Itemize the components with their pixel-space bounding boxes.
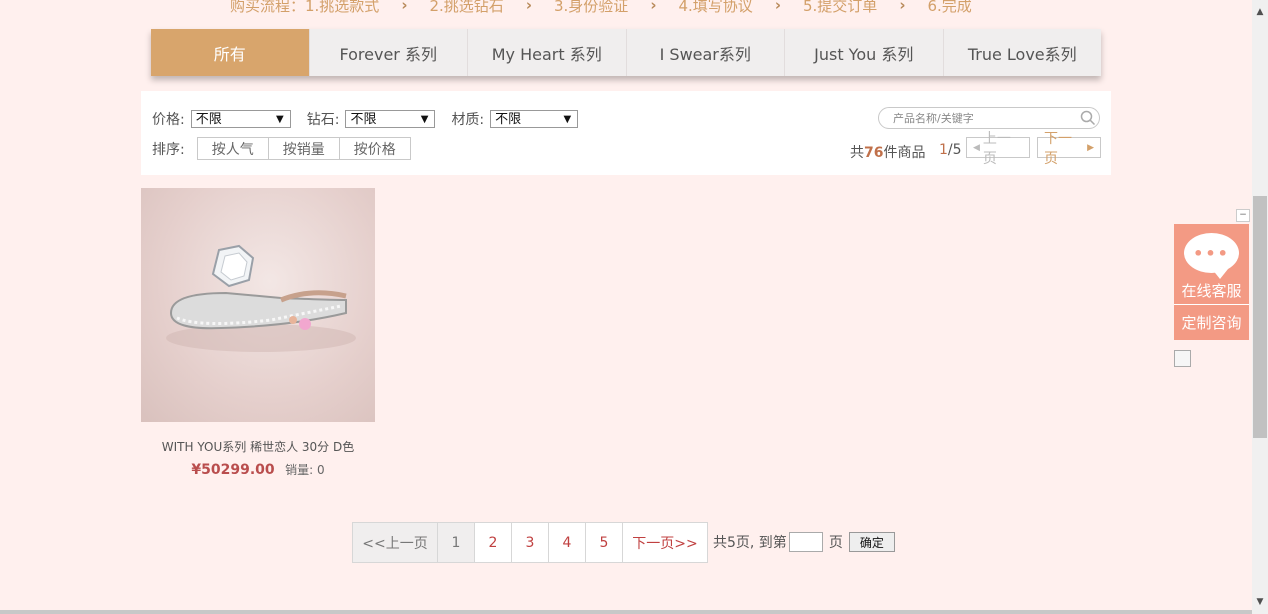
price-select-value: 不限 <box>195 112 222 127</box>
step-6: 6.完成 <box>927 0 972 15</box>
goto-page-input[interactable] <box>788 532 823 552</box>
material-select-value: 不限 <box>495 112 522 127</box>
page-indicator: 1/5 <box>939 142 962 158</box>
filter-row: 价格: 不限 ▼ 钻石: 不限 ▼ 材质: 不限 ▼ <box>152 109 594 129</box>
sort-popularity-button[interactable]: 按人气 <box>198 138 269 159</box>
pagination-total: 共5页, 到第 <box>713 535 787 551</box>
tab-just-you[interactable]: Just You 系列 <box>785 29 944 76</box>
step-1: 购买流程：1.挑选款式 <box>230 0 380 15</box>
tab-my-heart[interactable]: My Heart 系列 <box>468 29 627 76</box>
sort-row: 排序: 按人气 按销量 按价格 <box>152 137 411 160</box>
diamond-select-value: 不限 <box>350 112 377 127</box>
series-tabs: 所有 Forever 系列 My Heart 系列 I Swear系列 Just… <box>151 29 1101 76</box>
chevron-right-icon: › <box>899 0 906 14</box>
pagination-unit: 页 <box>828 535 843 551</box>
page: 购买流程：1.挑选款式 › 2.挑选钻石 › 3.身份验证 › 4.填写协议 › 5.提… <box>0 0 1252 614</box>
dropdown-arrow-icon: ▼ <box>420 113 429 125</box>
chevron-right-icon: › <box>774 0 781 14</box>
material-select[interactable]: 不限 ▼ <box>490 110 579 128</box>
sort-buttons: 按人气 按销量 按价格 <box>196 137 411 160</box>
diamond-label: 钻石: <box>306 112 340 128</box>
search-placeholder: 产品名称/关键字 <box>893 112 974 125</box>
custom-consult-button[interactable]: 定制咨询 <box>1174 305 1249 340</box>
product-count: 共76件商品 <box>850 142 925 162</box>
chevron-right-icon: › <box>401 0 408 14</box>
pagination-page-5[interactable]: 5 <box>586 523 623 562</box>
price-label: 价格: <box>152 112 185 128</box>
tab-true-love[interactable]: True Love系列 <box>944 29 1102 76</box>
prev-page-label: 上一页 <box>982 130 1011 167</box>
pagination-page-1[interactable]: 1 <box>438 523 475 562</box>
bottom-divider <box>0 610 1252 614</box>
count-value: 76 <box>864 145 884 161</box>
scroll-up-icon[interactable]: ▲ <box>1252 4 1268 20</box>
online-service-label: 在线客服 <box>1181 282 1242 300</box>
chevron-right-icon: › <box>525 0 532 14</box>
step-4: 4.填写协议 <box>678 0 753 15</box>
material-label: 材质: <box>451 112 485 128</box>
tab-all[interactable]: 所有 <box>151 29 310 76</box>
sort-sales-button[interactable]: 按销量 <box>269 138 340 159</box>
dropdown-arrow-icon: ▼ <box>563 113 572 125</box>
step-3: 3.身份验证 <box>554 0 629 15</box>
chat-bubble-tail <box>1212 269 1228 279</box>
tab-forever[interactable]: Forever 系列 <box>310 29 468 76</box>
minimize-icon[interactable]: − <box>1236 209 1250 222</box>
product-sales: 销量: 0 <box>285 463 325 477</box>
sort-label: 排序: <box>152 141 185 158</box>
pagination-page-2[interactable]: 2 <box>475 523 512 562</box>
product-price: ¥50299.00 <box>191 462 275 478</box>
pagination-info: 共5页, 到第 页 确定 <box>713 532 895 552</box>
chat-dots-icon: ••• <box>1193 244 1230 263</box>
scroll-down-icon[interactable]: ▼ <box>1252 594 1268 610</box>
price-select[interactable]: 不限 ▼ <box>190 110 291 128</box>
product-card: WITH YOU系列 稀世恋人 30分 D色 ¥50299.00 销量: 0 <box>141 188 375 478</box>
dropdown-arrow-icon: ▼ <box>276 113 284 125</box>
broken-image-icon <box>1174 350 1191 367</box>
product-name[interactable]: WITH YOU系列 稀世恋人 30分 D色 <box>141 438 375 455</box>
scrollbar-thumb[interactable] <box>1253 196 1267 438</box>
service-float: ••• 在线客服 定制咨询 <box>1174 224 1249 340</box>
confirm-button[interactable]: 确定 <box>848 532 895 552</box>
purchase-steps: 购买流程：1.挑选款式 › 2.挑选钻石 › 3.身份验证 › 4.填写协议 › 5.提… <box>230 0 1070 16</box>
search-icon[interactable] <box>1077 110 1099 126</box>
step-5: 5.提交订单 <box>803 0 878 15</box>
vertical-scrollbar[interactable]: ▲ ▼ <box>1252 0 1268 614</box>
next-page-button[interactable]: 下一页 ▶ <box>1037 131 1101 167</box>
product-price-row: ¥50299.00 销量: 0 <box>141 461 375 478</box>
step-2: 2.挑选钻石 <box>429 0 504 15</box>
filter-panel: 价格: 不限 ▼ 钻石: 不限 ▼ 材质: 不限 ▼ 排序: 按人气 按销量 按… <box>141 91 1111 175</box>
pagination-page-4[interactable]: 4 <box>549 523 586 562</box>
chevron-right-icon: › <box>650 0 657 14</box>
pagination: <<上一页 1 2 3 4 5 下一页>> <box>352 522 708 563</box>
caret-right-icon: ▶ <box>1087 142 1094 153</box>
page-total: /5 <box>947 142 962 158</box>
ring-illustration <box>166 244 356 352</box>
product-image[interactable] <box>141 188 375 422</box>
diamond-select[interactable]: 不限 ▼ <box>345 110 436 128</box>
page-current: 1 <box>939 142 948 158</box>
count-prefix: 共 <box>850 145 864 161</box>
sort-price-button[interactable]: 按价格 <box>340 138 410 159</box>
online-service-button[interactable]: ••• 在线客服 <box>1174 224 1249 305</box>
pagination-prev[interactable]: <<上一页 <box>353 523 438 562</box>
pagination-page-3[interactable]: 3 <box>512 523 549 562</box>
count-suffix: 件商品 <box>883 145 926 161</box>
search-input[interactable]: 产品名称/关键字 <box>878 107 1100 129</box>
next-page-label: 下一页 <box>1044 130 1072 167</box>
pagination-next[interactable]: 下一页>> <box>623 523 707 562</box>
caret-left-icon: ◀ <box>973 142 980 153</box>
tab-i-swear[interactable]: I Swear系列 <box>627 29 785 76</box>
prev-page-button[interactable]: ◀ 上一页 <box>966 131 1030 167</box>
